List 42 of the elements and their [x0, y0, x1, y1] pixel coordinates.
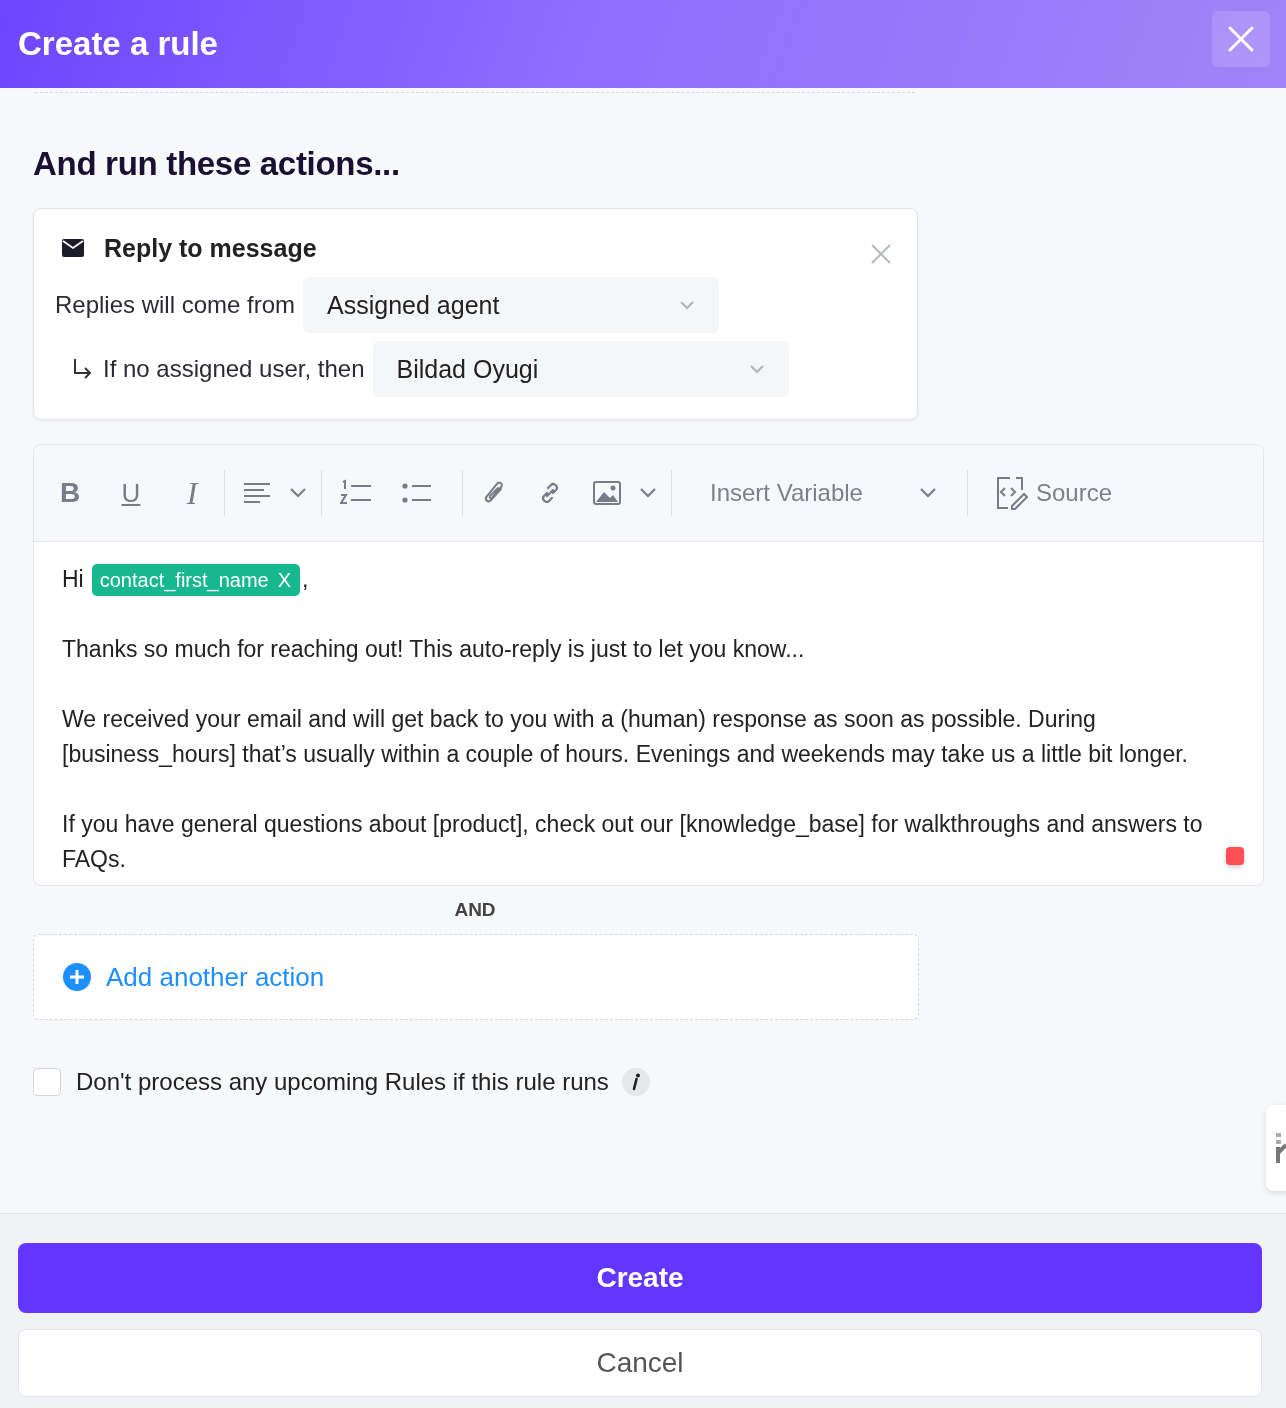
cancel-button[interactable]: Cancel [18, 1329, 1262, 1397]
checkbox[interactable] [33, 1068, 61, 1096]
bold-button[interactable]: B [54, 477, 86, 509]
image-icon[interactable] [593, 481, 621, 505]
section-heading: And run these actions... [33, 145, 401, 183]
caret-icon[interactable] [289, 487, 307, 499]
greeting-text: Hi [62, 565, 84, 594]
chevron-down-icon [748, 364, 765, 374]
message-paragraph: Thanks so much for reaching out! This auto-reply is just to let you know... [62, 635, 806, 664]
dialog-title: Create a rule [18, 25, 218, 63]
add-action-button[interactable]: Add another action [33, 934, 919, 1020]
field-label: Replies will come from [55, 291, 296, 319]
joiner-label: AND [453, 899, 497, 921]
action-title: Reply to message [104, 233, 317, 263]
source-button[interactable]: Source [985, 476, 1112, 510]
bullet-list-icon[interactable] [402, 482, 432, 504]
variable-tag[interactable]: contact_first_name X [91, 563, 301, 596]
numbered-list-icon[interactable] [340, 479, 372, 507]
envelope-icon [62, 239, 84, 257]
close-icon [1227, 25, 1255, 53]
return-arrow-icon [71, 357, 93, 381]
status-indicator-icon [1226, 847, 1244, 865]
select-field[interactable]: Assigned agent [303, 277, 720, 333]
plus-circle-icon [62, 962, 92, 992]
italic-button[interactable]: I [176, 474, 208, 512]
close-icon[interactable] [870, 243, 892, 265]
align-icon[interactable] [243, 482, 271, 504]
info-icon[interactable] [620, 1067, 651, 1097]
comma-text: , [302, 565, 309, 594]
message-paragraph: If you have general questions about [product], check out our [knowledge_base] for walkthroughs and answers to FAQs. [62, 810, 1204, 874]
close-button[interactable] [1212, 11, 1270, 67]
field-label: If no assigned user, then [103, 355, 365, 383]
select-field[interactable]: Bildad Oyugi [372, 341, 789, 397]
checkbox-label: Don't process any upcoming Rules if this rule runs [76, 1068, 609, 1096]
caret-icon[interactable] [639, 487, 657, 499]
create-button[interactable]: Create [18, 1243, 1262, 1313]
code-edit-icon [995, 476, 1028, 510]
insert-variable-dropdown[interactable]: Insert Variable [690, 479, 937, 507]
chevron-down-icon [679, 300, 696, 310]
underline-button[interactable]: U [115, 477, 147, 509]
chevron-down-icon [918, 487, 937, 499]
message-paragraph: We received your email and will get back to you with a (human) response as soon as possible. During [business_hours] that’s usually within a couple of hours. Evenings and weekends may take us a little bit longer. [62, 705, 1189, 769]
